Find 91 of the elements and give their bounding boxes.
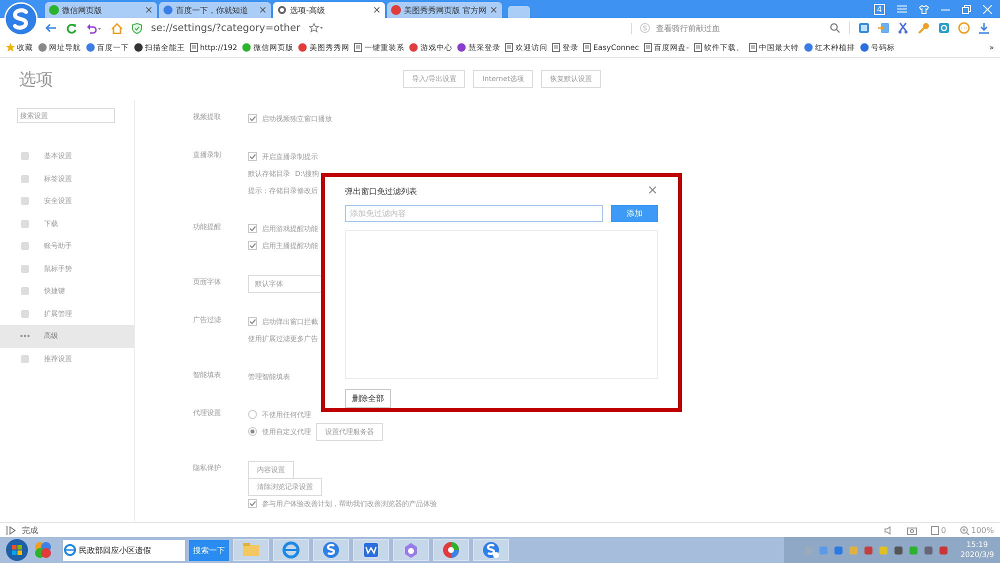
document-icon — [931, 526, 940, 534]
circle-icon — [409, 43, 418, 52]
zoom-icon — [960, 526, 970, 534]
circle-icon — [86, 43, 95, 52]
taskbar-app[interactable] — [433, 539, 469, 561]
square-icon — [20, 196, 30, 206]
browser-tab[interactable]: 微信网页版 × — [45, 2, 157, 18]
circle-icon — [860, 43, 869, 52]
status-text: 完成 — [22, 524, 38, 536]
back-icon[interactable] — [45, 23, 57, 33]
browser-logo-icon — [481, 540, 501, 560]
chat-icon[interactable] — [958, 22, 970, 34]
gear-icon — [277, 5, 287, 15]
maximize-icon[interactable] — [962, 4, 971, 14]
browser-tab[interactable]: 美图秀秀网页版 官方网 × — [387, 2, 502, 18]
menu-icon[interactable] — [897, 5, 907, 13]
circle-icon — [163, 5, 173, 15]
key-icon[interactable] — [918, 22, 930, 34]
close-tab-icon[interactable]: × — [258, 4, 267, 16]
w-letter-icon — [361, 540, 381, 560]
address-field[interactable]: se://settings/?category=other — [151, 22, 300, 34]
screen-icon[interactable] — [858, 22, 870, 34]
page-icon — [505, 43, 514, 52]
browser-tab[interactable]: 选项-高级 × — [273, 2, 385, 18]
circle-icon — [457, 43, 466, 52]
checkbox[interactable] — [248, 317, 257, 326]
circle-icon — [804, 43, 813, 52]
square-icon — [20, 264, 30, 274]
start-button[interactable] — [5, 538, 29, 562]
page-title: 选项 — [19, 68, 53, 90]
square-icon — [20, 151, 30, 162]
close-icon[interactable] — [983, 4, 992, 14]
page-icon — [644, 43, 652, 52]
browser-logo-icon — [321, 540, 341, 560]
checkbox[interactable] — [248, 224, 257, 233]
camera-icon[interactable] — [907, 526, 918, 534]
square-icon — [20, 286, 30, 296]
taskbar-search-box[interactable]: 民政部回应小区遗假 — [63, 540, 185, 560]
undo-icon[interactable] — [86, 22, 102, 34]
input-field[interactable]: 添加免过滤内容 — [345, 205, 603, 222]
colored-circles-icon[interactable] — [33, 540, 53, 560]
radio-button[interactable] — [248, 410, 257, 419]
close-tab-icon[interactable]: × — [490, 4, 498, 16]
circle-icon — [49, 5, 59, 15]
download-icon[interactable] — [978, 22, 990, 34]
close-tab-icon[interactable]: × — [144, 4, 153, 16]
close-button[interactable]: × — [647, 185, 658, 197]
circle-icon — [242, 43, 252, 52]
refresh-icon[interactable] — [66, 22, 77, 34]
new-tab-button[interactable] — [508, 6, 530, 18]
taskbar-app[interactable] — [273, 539, 309, 561]
radio-button[interactable] — [248, 427, 257, 436]
page-icon — [552, 43, 560, 52]
square-icon — [20, 218, 30, 229]
dialog-title: 弹出窗口免过滤列表 — [345, 186, 417, 196]
page-icon — [354, 43, 362, 52]
s-logo-icon — [640, 23, 650, 33]
speaker-icon[interactable] — [884, 526, 894, 534]
taskbar-app[interactable] — [353, 539, 389, 561]
taskbar-app[interactable] — [313, 539, 349, 561]
scissors-icon[interactable] — [898, 22, 910, 34]
taskbar-app[interactable] — [393, 539, 429, 561]
shield-icon — [132, 22, 142, 34]
circle-icon — [38, 43, 47, 52]
page-icon — [694, 43, 702, 52]
star-icon[interactable] — [309, 23, 324, 33]
checkbox[interactable] — [248, 152, 257, 161]
star-icon — [6, 43, 15, 52]
taskbar-app[interactable] — [473, 539, 509, 561]
search-icon[interactable] — [830, 23, 840, 33]
square-icon — [20, 174, 30, 184]
square-icon — [20, 308, 30, 319]
sidebar-toggle-icon[interactable] — [6, 526, 16, 534]
page-icon — [583, 43, 592, 52]
circle-icon — [391, 5, 401, 15]
checkbox[interactable] — [248, 499, 257, 508]
close-tab-icon[interactable]: × — [372, 4, 381, 16]
browser-tab[interactable]: 百度一下，你就知道 × — [159, 2, 271, 18]
count-text: 0 — [941, 526, 946, 534]
square-icon — [20, 354, 30, 364]
shirt-icon[interactable] — [919, 4, 929, 14]
page-icon — [190, 43, 198, 52]
home-icon[interactable] — [111, 22, 123, 34]
checkbox[interactable] — [248, 241, 257, 250]
circle-icon — [134, 43, 143, 52]
page-icon — [748, 43, 757, 52]
color-wheel-icon — [441, 540, 461, 560]
circle-icon — [298, 43, 308, 52]
checkbox[interactable] — [248, 114, 257, 123]
square-icon — [20, 241, 30, 252]
delete-all-button[interactable]: 删除全部 — [345, 389, 391, 408]
